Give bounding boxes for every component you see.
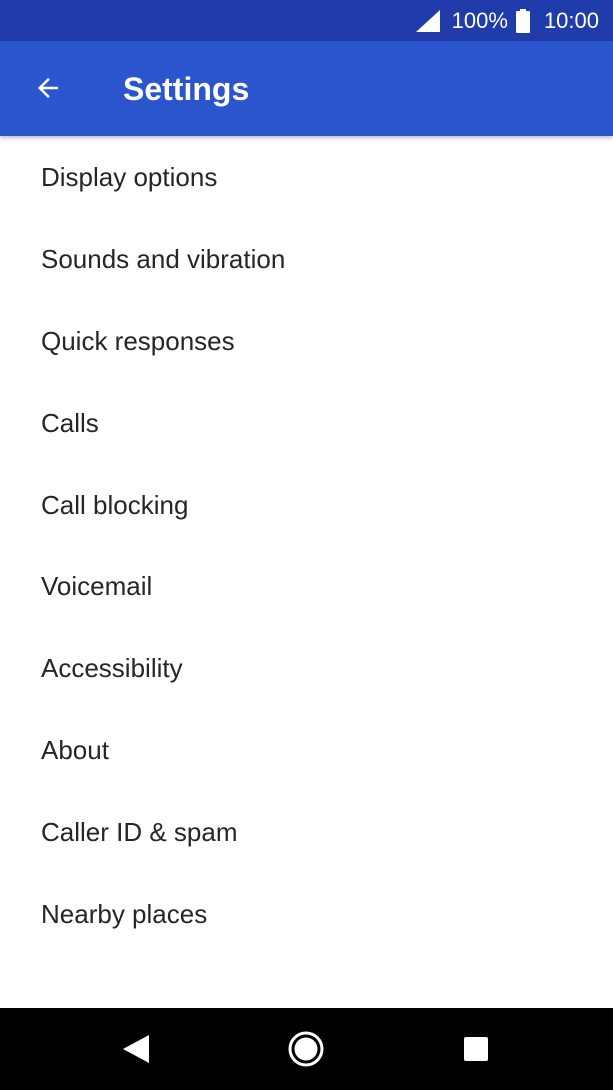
nav-home-icon — [288, 1031, 324, 1067]
page-title: Settings — [123, 71, 250, 107]
settings-item-label: Display options — [41, 162, 218, 193]
settings-item-accessibility[interactable]: Accessibility — [0, 628, 613, 710]
settings-item-call-blocking[interactable]: Call blocking — [0, 464, 613, 546]
settings-item-display-options[interactable]: Display options — [0, 137, 613, 219]
settings-item-label: Caller ID & spam — [41, 816, 238, 847]
settings-item-label: Quick responses — [41, 325, 235, 356]
navigation-bar — [0, 1008, 613, 1090]
nav-home-button[interactable] — [283, 1026, 329, 1072]
settings-item-label: Call blocking — [41, 489, 189, 520]
status-bar: 100% 10:00 — [0, 0, 613, 41]
settings-item-label: Voicemail — [41, 571, 153, 602]
settings-item-about[interactable]: About — [0, 710, 613, 792]
app-bar: Settings — [0, 41, 613, 136]
back-button[interactable] — [26, 66, 70, 110]
settings-item-label: Accessibility — [41, 653, 183, 684]
nav-back-icon — [123, 1035, 149, 1063]
clock: 10:00 — [543, 7, 599, 33]
battery-percent: 100% — [451, 7, 508, 33]
settings-item-voicemail[interactable]: Voicemail — [0, 546, 613, 628]
nav-back-button[interactable] — [113, 1026, 159, 1072]
battery-icon — [515, 8, 530, 33]
settings-item-label: Sounds and vibration — [41, 244, 286, 275]
settings-item-calls[interactable]: Calls — [0, 382, 613, 464]
nav-recents-icon — [464, 1037, 488, 1061]
settings-item-label: About — [41, 734, 109, 765]
settings-item-sounds-and-vibration[interactable]: Sounds and vibration — [0, 219, 613, 301]
settings-item-label: Nearby places — [41, 898, 208, 929]
signal-icon — [415, 9, 440, 32]
settings-list: Display options Sounds and vibration Qui… — [0, 137, 613, 955]
settings-item-label: Calls — [41, 407, 99, 438]
arrow-back-icon — [38, 78, 58, 98]
settings-item-caller-id-spam[interactable]: Caller ID & spam — [0, 791, 613, 873]
nav-recents-button[interactable] — [453, 1026, 499, 1072]
settings-item-quick-responses[interactable]: Quick responses — [0, 301, 613, 383]
settings-item-nearby-places[interactable]: Nearby places — [0, 873, 613, 955]
